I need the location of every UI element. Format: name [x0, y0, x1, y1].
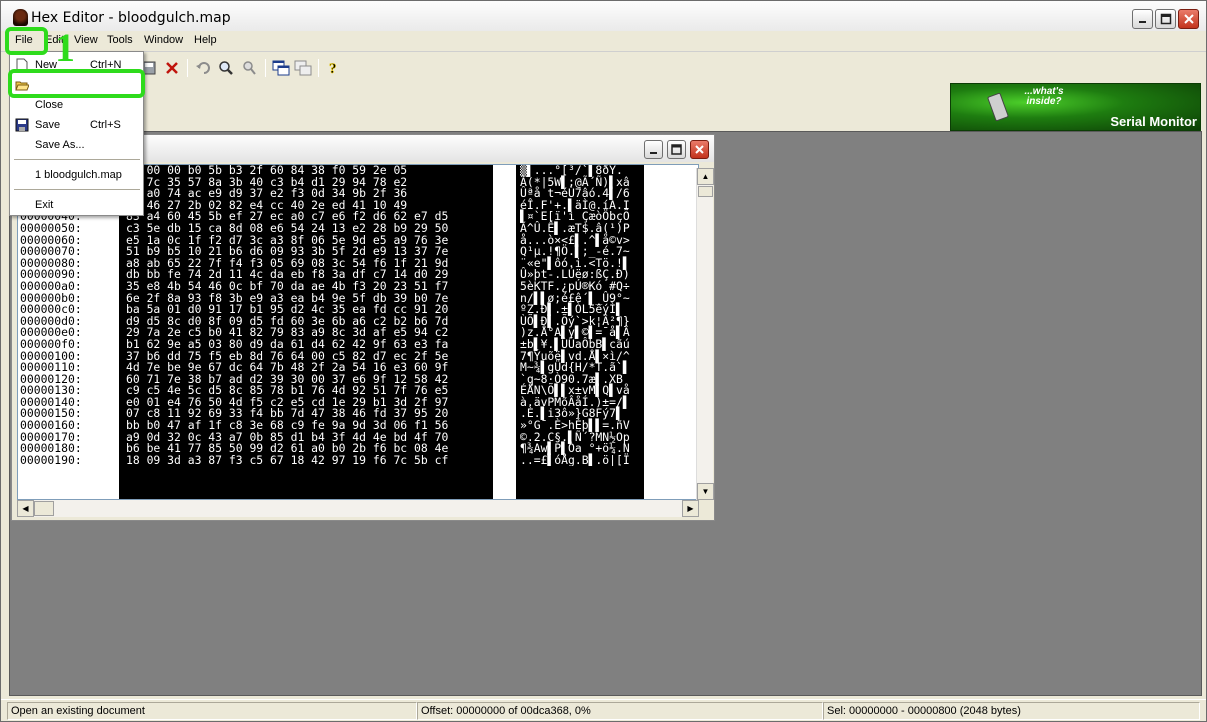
- svg-text:?: ?: [329, 61, 337, 77]
- horizontal-scrollbar[interactable]: ◀ ▶: [17, 500, 699, 517]
- status-message: Open an existing document: [7, 702, 417, 720]
- toolbar-help-icon[interactable]: ?: [323, 57, 345, 79]
- maximize-icon: [671, 144, 682, 155]
- annotation-file-menu-box: [5, 27, 48, 55]
- toolbar-delete-icon[interactable]: [161, 57, 183, 79]
- menu-separator: [14, 189, 140, 190]
- scroll-right-arrow-icon[interactable]: ▶: [682, 500, 699, 517]
- annotation-step-number: 1: [55, 25, 75, 70]
- serial-monitor-banner[interactable]: ...what's inside? Serial Monitor: [950, 83, 1201, 131]
- annotation-open-item-box: [8, 69, 145, 98]
- horizontal-scroll-thumb[interactable]: [34, 501, 54, 516]
- app-window: Hex Editor - bloodgulch.map File Edit Vi…: [0, 0, 1207, 722]
- toolbar-separator: [265, 59, 266, 77]
- doc-minimize-button[interactable]: [644, 140, 663, 159]
- toolbar-window-icon[interactable]: [270, 57, 292, 79]
- toolbar-find-icon[interactable]: [215, 57, 237, 79]
- device-icon: [986, 92, 1010, 122]
- minimize-button[interactable]: [1132, 9, 1153, 29]
- status-bar: Open an existing document Offset: 000000…: [1, 699, 1206, 721]
- maximize-icon: [1156, 10, 1175, 28]
- banner-tagline: ...what's inside?: [1024, 86, 1064, 107]
- close-icon: [1179, 10, 1198, 28]
- menu-item-exit[interactable]: Exit: [10, 195, 143, 215]
- toolbar-separator: [318, 59, 319, 77]
- app-icon: [13, 9, 28, 26]
- menu-separator: [14, 159, 140, 160]
- close-button[interactable]: [1178, 9, 1199, 29]
- menu-item-label: Close: [35, 99, 64, 111]
- hex-row-bytes[interactable]: 18 09 3d a3 87 f3 c5 67 18 42 97 19 f6 7…: [126, 454, 448, 467]
- menu-window[interactable]: Window: [144, 34, 183, 46]
- ascii-column[interactable]: ▒▌...°[³/`▌8ðY. À(*|5W▌;@Ã´Ñ)▌xâ Ûªå t¬éÙ7…: [520, 165, 644, 466]
- close-icon: [695, 145, 704, 154]
- minimize-icon: [1133, 10, 1152, 28]
- menu-item-save-as[interactable]: Save As...: [10, 135, 143, 155]
- vertical-scroll-thumb[interactable]: [698, 186, 713, 197]
- toolbar: ?: [1, 53, 1206, 83]
- window-title: Hex Editor - bloodgulch.map: [31, 10, 231, 26]
- doc-close-button[interactable]: [690, 140, 709, 159]
- hex-row-offset: 00000190:: [20, 452, 82, 467]
- status-offset: Offset: 00000000 of 00dca368, 0%: [417, 702, 823, 720]
- menu-item-label: 1 bloodgulch.map: [35, 169, 122, 181]
- hex-row-ascii[interactable]: ..=£▌óÅg.B▌.ö|[Ï: [520, 454, 644, 467]
- hex-bytes-column[interactable]: 01 00 00 b0 5b b3 2f 60 84 38 f0 59 2e 0…: [126, 165, 448, 466]
- menu-item-close[interactable]: Close: [10, 95, 143, 115]
- menu-item-label: Save: [35, 119, 61, 131]
- menu-item-save[interactable]: Save Ctrl+S: [10, 115, 143, 135]
- title-bar: Hex Editor - bloodgulch.map: [1, 1, 1206, 35]
- menu-item-label: Exit: [35, 199, 54, 211]
- menu-item-label: Save As...: [35, 139, 85, 151]
- toolbar-window2-icon[interactable]: [292, 57, 314, 79]
- menu-bar: File Edit View Tools Window Help: [1, 31, 1206, 51]
- status-selection: Sel: 00000000 - 00000800 (2048 bytes): [823, 702, 1200, 720]
- menu-tools[interactable]: Tools: [107, 34, 133, 46]
- scroll-down-arrow-icon[interactable]: ▼: [697, 483, 714, 500]
- scroll-left-arrow-icon[interactable]: ◀: [17, 500, 34, 517]
- menu-divider: [1, 51, 1206, 52]
- menu-help[interactable]: Help: [194, 34, 217, 46]
- toolbar-replace-icon[interactable]: [238, 57, 260, 79]
- floppy-disk-icon: [15, 118, 29, 132]
- vertical-scrollbar[interactable]: ▲ ▼: [696, 168, 714, 500]
- menu-item-recent-file[interactable]: 1 bloodgulch.map: [10, 165, 143, 185]
- minimize-icon: [649, 151, 657, 154]
- doc-maximize-button[interactable]: [667, 140, 686, 159]
- toolbar-undo-icon[interactable]: [192, 57, 214, 79]
- scroll-up-arrow-icon[interactable]: ▲: [697, 168, 714, 185]
- maximize-button[interactable]: [1155, 9, 1176, 29]
- menu-view[interactable]: View: [74, 34, 98, 46]
- menu-item-accel: Ctrl+S: [90, 119, 121, 131]
- banner-product-name: Serial Monitor: [1110, 114, 1197, 129]
- toolbar-separator: [187, 59, 188, 77]
